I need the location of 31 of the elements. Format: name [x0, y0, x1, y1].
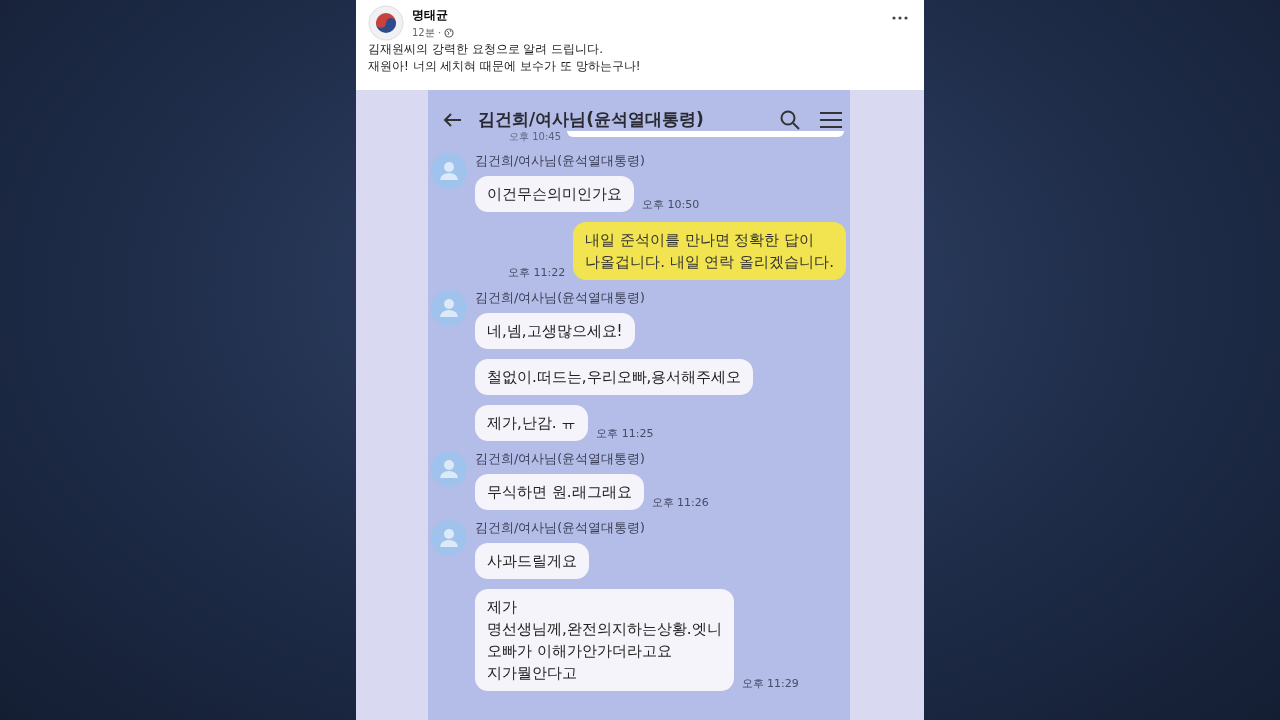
- author-name[interactable]: 명태균: [412, 6, 880, 24]
- message-time: 오후 10:50: [642, 197, 700, 212]
- message-bubble: 이건무슨의미인가요: [475, 176, 634, 212]
- sender-name: 김건희/여사님(윤석열대통령): [475, 520, 646, 537]
- message-bubble: 네,넴,고생많으세요!: [475, 313, 635, 349]
- sender-name: 김건희/여사님(윤석열대통령): [475, 290, 646, 307]
- profile-logo-icon: [368, 5, 404, 41]
- search-icon: [780, 109, 800, 130]
- avatar-icon: [431, 153, 467, 189]
- chat-title: 김건희/여사님(윤석열대통령): [478, 108, 705, 131]
- message-time: 오후 10:45: [509, 131, 561, 143]
- message-time: 오후 11:29: [741, 676, 799, 691]
- post-time[interactable]: 12분 ·: [412, 25, 442, 40]
- message-time: 오후 11:22: [507, 265, 566, 280]
- message-bubble: 제가 명선생님께,완전의지하는상황.엣니 오빠가 이해가안가더라고요 지가뭘안다고: [475, 589, 734, 691]
- menu-icon: [820, 110, 842, 129]
- message-time: 오후 11:26: [651, 495, 709, 510]
- avatar-icon: [431, 290, 467, 326]
- message-time: 오후 11:25: [596, 426, 654, 441]
- message-bubble: 내일 준석이를 만나면 정확한 답이 나올겁니다. 내일 연락 올리겠습니다.: [573, 222, 846, 280]
- message-bubble: 사과드릴게요: [475, 543, 589, 579]
- post-text: 재원아! 너의 세치혀 때문에 보수가 또 망하는구나!: [368, 58, 642, 75]
- sender-name: 김건희/여사님(윤석열대통령): [475, 451, 646, 468]
- post-text: 김재원씨의 강력한 요청으로 알려 드립니다.: [368, 41, 605, 58]
- sender-name: 김건희/여사님(윤석열대통령): [475, 153, 646, 170]
- message-bubble: 제가,난감. ㅠ: [475, 405, 589, 441]
- avatar-icon: [431, 451, 467, 487]
- message-bubble: 철없이.떠드는,우리오빠,용서해주세오: [475, 359, 754, 395]
- message-bubble: 무식하면 원.래그래요: [475, 474, 644, 510]
- back-arrow-icon: [442, 111, 462, 128]
- avatar-icon: [431, 520, 467, 556]
